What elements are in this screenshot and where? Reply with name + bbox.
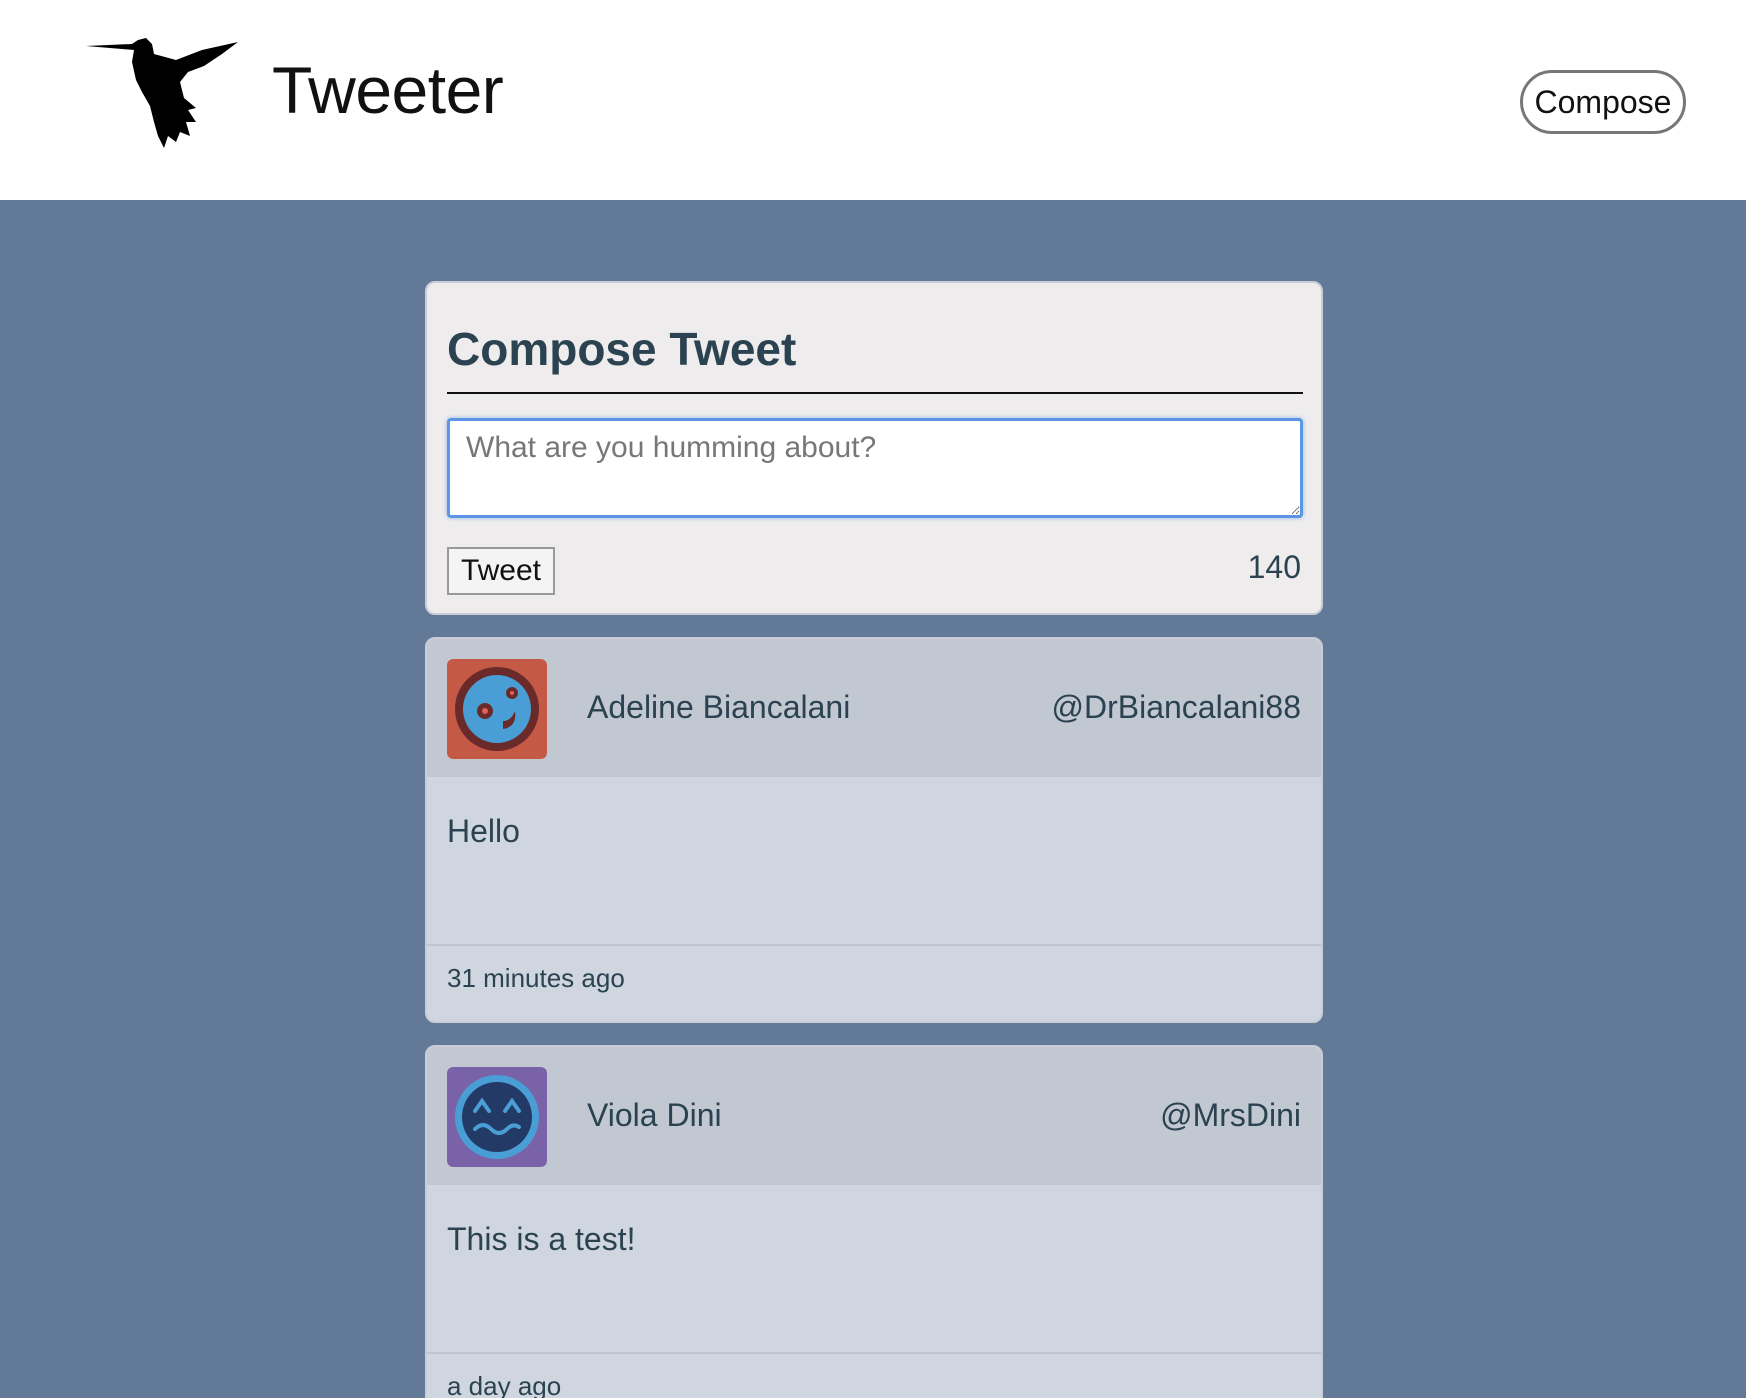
compose-title: Compose Tweet: [447, 323, 797, 375]
top-navbar: Tweeter Compose: [0, 0, 1746, 200]
tweet-author-handle: @DrBiancalani88: [1051, 689, 1302, 725]
tweet-timestamp: 31 minutes ago: [447, 963, 625, 993]
tweet-footer-divider: [427, 1352, 1321, 1354]
tweet-footer-divider: [427, 944, 1321, 946]
hummingbird-icon: [86, 38, 238, 148]
tweet-text-input[interactable]: [447, 418, 1303, 518]
compose-tweet-panel: Compose Tweet Tweet 140: [425, 281, 1323, 615]
app-title: Tweeter: [272, 53, 504, 127]
tweet-card: Viola Dini @MrsDini This is a test! a da…: [425, 1045, 1323, 1398]
tweet-text: This is a test!: [447, 1221, 636, 1257]
tweet-timestamp: a day ago: [447, 1371, 562, 1398]
tweet-text: Hello: [447, 813, 520, 849]
tweet-header: Adeline Biancalani @DrBiancalani88: [427, 639, 1321, 777]
smiley-face-avatar-icon: [447, 659, 547, 759]
tweet-header: Viola Dini @MrsDini: [427, 1047, 1321, 1185]
tweet-author-name: Adeline Biancalani: [587, 689, 851, 725]
tweet-author-handle: @MrsDini: [1160, 1097, 1301, 1133]
compose-divider: [447, 392, 1303, 394]
character-counter: 140: [1247, 549, 1301, 585]
grimace-face-avatar-icon: [447, 1067, 547, 1167]
tweet-submit-button[interactable]: Tweet: [447, 547, 555, 595]
tweet-author-name: Viola Dini: [587, 1097, 722, 1133]
tweet-card: Adeline Biancalani @DrBiancalani88 Hello…: [425, 637, 1323, 1023]
compose-toggle-button[interactable]: Compose: [1520, 70, 1686, 134]
